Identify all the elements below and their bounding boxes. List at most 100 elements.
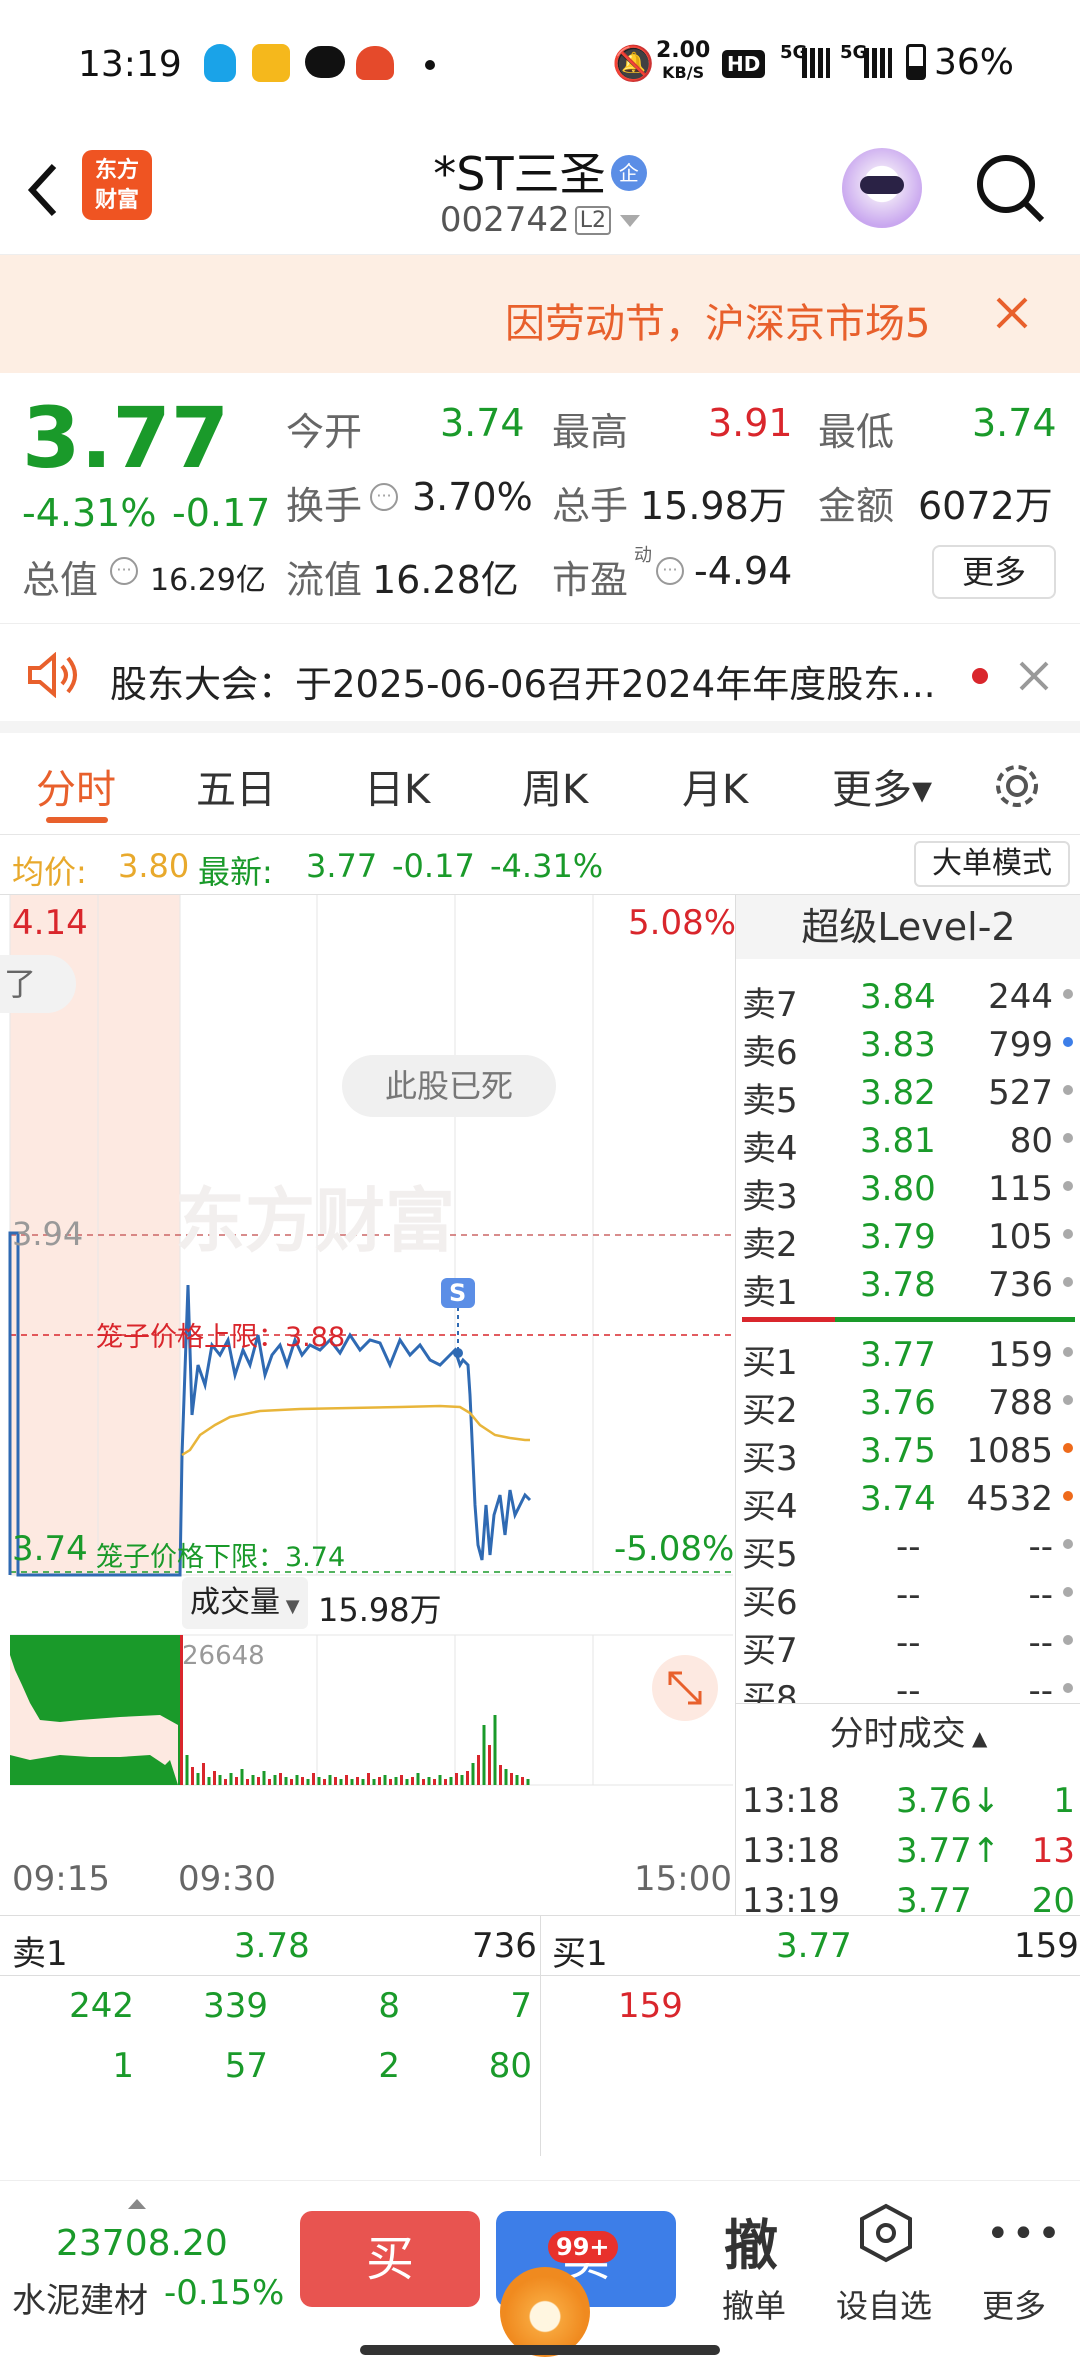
collapse-arrow-icon[interactable] [128,2199,146,2209]
add-watchlist-button[interactable]: 设自选 [836,2281,932,2327]
ask-level-row[interactable]: 卖2 3.79 105 [736,1211,1080,1265]
tab-more[interactable]: 更多▾ [832,757,932,815]
more-button[interactable]: 更多 [982,2281,1046,2327]
prev-close-label: 3.94 [12,1215,84,1253]
notice-bar[interactable]: 股东大会：于2025-06-06召开2024年年度股东... [0,623,1080,733]
amount-label: 金额 [818,484,895,528]
cancel-order-button[interactable]: 撤单 [722,2281,786,2327]
gear-icon[interactable] [990,759,1044,813]
volume-bar [455,1773,458,1785]
ask-level-row[interactable]: 卖6 3.83 799 [736,1019,1080,1073]
volume-bar [389,1779,392,1785]
net-speed: 2.00 [656,38,711,63]
volume-bar [416,1773,420,1785]
qq-icon [204,44,236,82]
trade-volume: 1 [1053,1781,1075,1821]
volume-bar [427,1777,431,1785]
amount-value: 6072万 [918,484,1053,528]
bid-level-volume: -- [1028,1575,1053,1615]
volume-bar [235,1777,238,1785]
trades-header[interactable]: 分时成交 ▲ [736,1703,1080,1763]
latest-value: 3.77 [306,847,378,885]
bid-level-price: 3.74 [860,1479,936,1519]
bid-level-row[interactable]: 买5 -- -- [736,1521,1080,1575]
volume-bar [411,1777,414,1785]
close-icon[interactable] [994,295,1030,331]
holiday-banner[interactable]: 因劳动节，沪深京市场5 [0,255,1080,373]
sell-queue-order: 242 [69,1986,134,2026]
buy-button[interactable]: 买 [300,2211,480,2307]
avg-label: 均价: [12,853,87,891]
open-value: 3.74 [440,401,525,445]
volume-bar [493,1715,497,1785]
info-icon[interactable]: ··· [110,557,138,585]
ask-level-price: 3.82 [860,1073,936,1113]
unread-dot [972,668,988,684]
volume-bar [449,1777,453,1785]
index-name[interactable]: 水泥建材 [12,2273,148,2322]
search-icon[interactable] [974,152,1048,226]
volume-bar [515,1775,519,1785]
volume-bar [394,1777,398,1785]
ask-level-row[interactable]: 卖4 3.81 80 [736,1115,1080,1169]
robot-assistant-icon[interactable] [842,148,922,228]
volume-bar [422,1779,425,1785]
status-bar: 13:19 🔕 2.00 KB/S HD 5G 5G 36% [0,0,1080,130]
sell-queue-order: 1 [112,2046,134,2086]
ask-level-row[interactable]: 卖7 3.84 244 [736,971,1080,1025]
volume-bar [323,1779,326,1785]
bottom-toolbar: 23708.20 水泥建材 -0.15% 买 卖 99+ 撤 撤单 设自选 ••… [0,2180,1080,2376]
comment-bubble[interactable]: 此股已死 [342,1055,556,1117]
sell-queue-order: 7 [510,1986,532,2026]
level2-title[interactable]: 超级Level-2 [736,895,1080,959]
ask-level-price: 3.81 [860,1121,936,1161]
volume-bar [279,1773,282,1785]
bid-level-row[interactable]: 买3 3.75 1085 [736,1425,1080,1479]
top-price-label: 4.14 [12,903,88,943]
queue-sell-label: 卖1 [12,1934,68,1974]
bid-level-row[interactable]: 买6 -- -- [736,1569,1080,1623]
stock-title: *ST三圣 [433,147,606,201]
stock-code-selector[interactable]: 002742 L2 [0,200,1080,240]
bid-level-row[interactable]: 买2 3.76 788 [736,1377,1080,1431]
volume-indicator-selector[interactable]: 成交量 ▼ [182,1577,308,1629]
volume-bar [444,1779,447,1785]
ask-level-row[interactable]: 卖5 3.82 527 [736,1067,1080,1121]
mascot-tiger-icon[interactable] [500,2267,590,2357]
sell-queue-order: 339 [203,1986,268,2026]
tab-weekly-k[interactable]: 周K [522,757,588,815]
big-order-mode-button[interactable]: 大单模式 [914,841,1070,887]
level2-badge: L2 [574,206,612,235]
tab-daily-k[interactable]: 日K [364,757,430,815]
ask-level-price: 3.80 [860,1169,936,1209]
net-speed-unit: KB/S [662,63,705,82]
bid-level-row[interactable]: 买4 3.74 4532 [736,1473,1080,1527]
info-icon[interactable]: ··· [656,557,684,585]
volume-bar [213,1771,216,1785]
bid-level-dot [1063,1395,1073,1405]
tab-intraday[interactable]: 分时 [36,757,116,815]
tab-five-day[interactable]: 五日 [196,757,276,815]
speaker-icon [28,652,77,698]
bid-level-row[interactable]: 买1 3.77 159 [736,1329,1080,1383]
cage-upper-label: 笼子价格上限：3.88 [96,1322,346,1353]
high-label: 最高 [552,410,629,454]
close-icon[interactable] [1018,660,1050,692]
ask-level-dot [1063,1133,1073,1143]
bid-level-row[interactable]: 买7 -- -- [736,1617,1080,1671]
tab-monthly-k[interactable]: 月K [682,757,748,815]
info-icon[interactable]: ··· [370,483,398,511]
side-tag[interactable]: 了 [0,955,76,1013]
ask-level-row[interactable]: 卖3 3.80 115 [736,1163,1080,1217]
ask-level-row[interactable]: 卖1 3.78 736 [736,1259,1080,1313]
more-quote-button[interactable]: 更多 [932,545,1056,599]
volume-bar [218,1775,222,1785]
ask-level-price: 3.78 [860,1265,936,1305]
sell-queue-order: 8 [378,1986,400,2026]
expand-icon[interactable] [652,1655,718,1721]
volume-value: 15.98万 [640,484,787,528]
bid-level-dot [1063,1539,1073,1549]
caret-up-icon: ▲ [965,1726,988,1750]
index-value[interactable]: 23708.20 [56,2223,228,2264]
intraday-chart[interactable]: 东方财富 S 4.14 5.08% 了 此股已死 3.94 笼子价格上限：3.8… [0,895,736,1915]
